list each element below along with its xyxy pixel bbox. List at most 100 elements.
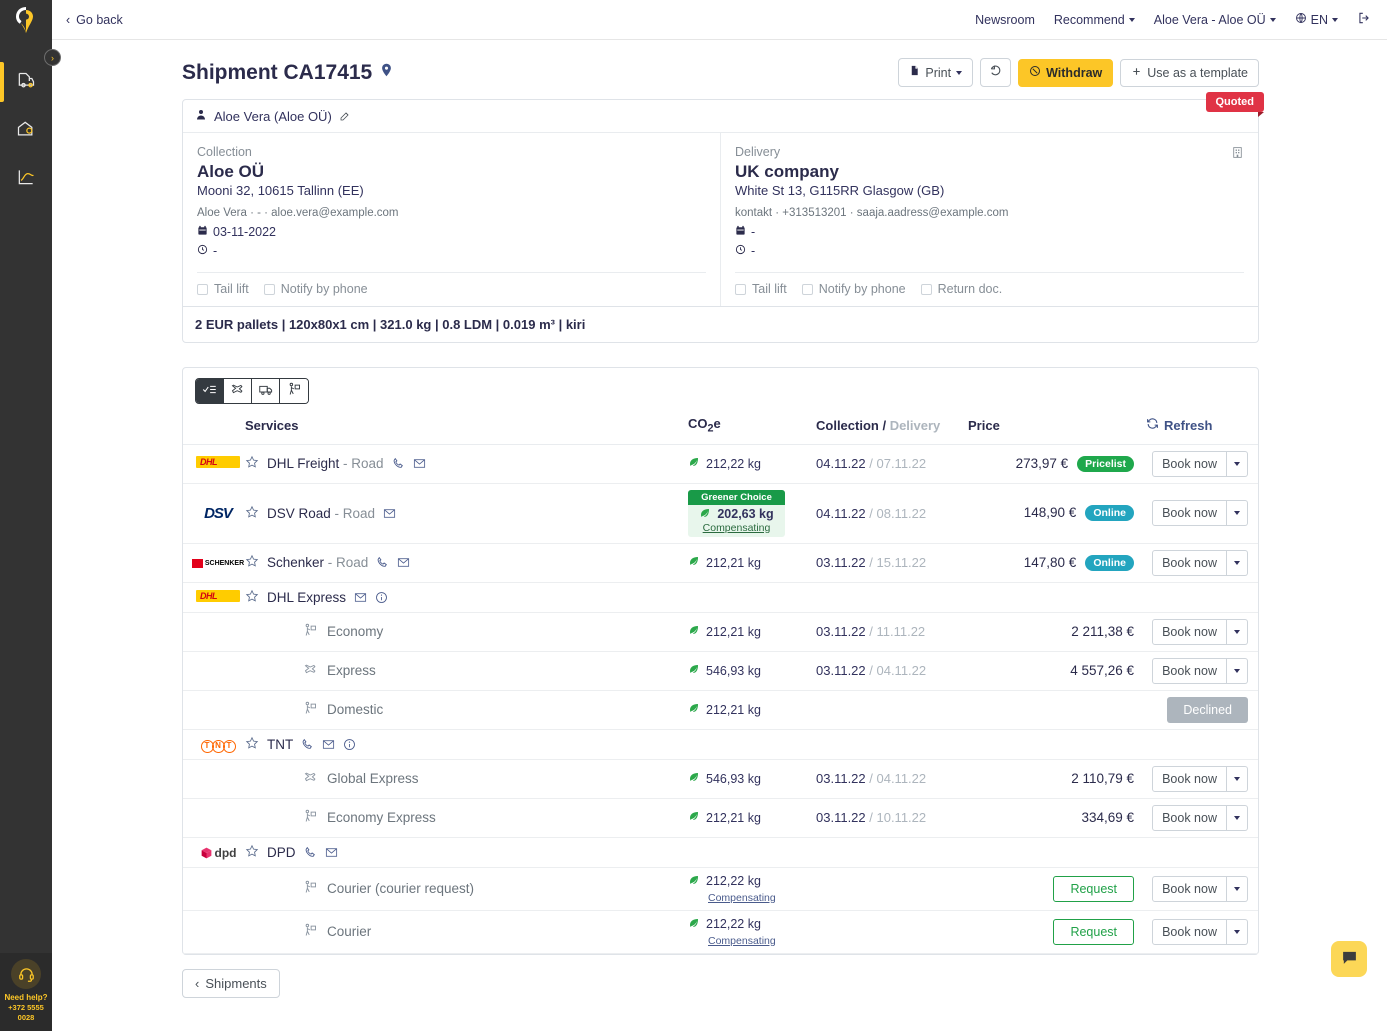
calendar-icon <box>197 223 208 242</box>
book-options-dropdown[interactable] <box>1227 549 1248 576</box>
app-logo[interactable] <box>0 0 52 40</box>
phone-icon[interactable] <box>392 457 405 470</box>
offer-action-cell: Book now <box>1146 867 1258 911</box>
building-icon[interactable] <box>1231 145 1244 163</box>
phone-icon[interactable] <box>301 738 314 751</box>
mail-icon[interactable] <box>383 507 396 520</box>
offer-service-name: DPD <box>267 844 296 860</box>
withdraw-button[interactable]: Withdraw <box>1018 58 1114 87</box>
info-icon[interactable] <box>375 591 388 604</box>
chat-widget-button[interactable] <box>1331 941 1367 977</box>
request-quote-button[interactable]: Request <box>1053 918 1134 945</box>
offer-carrier-row: DHL DHL Freight - Road 212,22 kg 04.11.22 /… <box>183 444 1258 484</box>
sidebar-item-warehouse[interactable] <box>0 106 52 154</box>
logout-button[interactable] <box>1357 11 1371 28</box>
offer-service[interactable]: Global Express <box>245 770 688 788</box>
mail-icon[interactable] <box>325 846 338 859</box>
delivery-option-notify-by-phone[interactable]: Notify by phone <box>801 282 906 296</box>
book-options-dropdown[interactable] <box>1227 657 1248 684</box>
nav-recommend[interactable]: Recommend <box>1054 13 1135 27</box>
sidebar-item-analytics[interactable] <box>0 154 52 202</box>
collection-option-tail-lift[interactable]: Tail lift <box>197 282 249 296</box>
offer-service[interactable]: Courier <box>245 923 688 941</box>
offer-service[interactable]: Domestic <box>245 701 688 719</box>
use-as-template-button[interactable]: Use as a template <box>1120 58 1259 87</box>
print-button[interactable]: Print <box>898 58 974 87</box>
shipments-back-button[interactable]: ‹ Shipments <box>182 968 280 998</box>
sidebar-item-shipments[interactable] <box>0 58 52 106</box>
collection-company: Aloe OÜ <box>197 162 265 181</box>
courier-icon <box>303 623 318 641</box>
nav-newsroom[interactable]: Newsroom <box>975 13 1035 27</box>
compensating-link[interactable]: Compensating <box>688 935 776 947</box>
book-now-button[interactable]: Book now <box>1152 918 1227 945</box>
offer-price: 147,80 € <box>1023 554 1077 570</box>
book-now-button[interactable]: Book now <box>1152 657 1227 684</box>
book-now-button[interactable]: Book now <box>1152 549 1227 576</box>
compensating-link[interactable]: Compensating <box>688 892 776 904</box>
book-now-button[interactable]: Book now <box>1152 804 1227 831</box>
mail-icon[interactable] <box>354 591 367 604</box>
favourite-star-icon[interactable] <box>245 554 259 571</box>
tab-road[interactable] <box>252 379 280 403</box>
go-back-label: Go back <box>76 12 123 27</box>
delivery-option-return-doc[interactable]: Return doc. <box>920 282 1002 296</box>
analytics-chart-icon <box>16 167 36 190</box>
book-options-dropdown[interactable] <box>1227 618 1248 645</box>
offer-co2-cell: 212,22 kg <box>688 444 816 484</box>
offer-sub-row: Domestic 212,21 kg Declined <box>183 690 1258 730</box>
offer-service[interactable]: Courier (courier request) <box>245 880 688 898</box>
book-now-button[interactable]: Book now <box>1152 500 1227 527</box>
compensating-link[interactable]: Compensating <box>688 522 785 534</box>
collection-col-label: Collection <box>816 417 879 433</box>
favourite-star-icon[interactable] <box>245 589 259 606</box>
map-pin-icon[interactable] <box>379 61 394 85</box>
info-icon[interactable] <box>343 738 356 751</box>
shipment-card: Quoted Aloe Vera (Aloe OÜ) Collection Al… <box>182 92 1264 343</box>
collection-option-notify-by-phone[interactable]: Notify by phone <box>263 282 368 296</box>
book-now-button[interactable]: Book now <box>1152 875 1227 902</box>
offer-action-cell: Declined <box>1146 690 1258 730</box>
history-button[interactable] <box>980 58 1012 87</box>
offer-service[interactable]: Economy Express <box>245 809 688 827</box>
tab-courier[interactable] <box>280 379 308 403</box>
delivery-option-tail-lift[interactable]: Tail lift <box>735 282 787 296</box>
favourite-star-icon[interactable] <box>245 505 259 522</box>
book-options-dropdown[interactable] <box>1227 875 1248 902</box>
tab-air[interactable] <box>224 379 252 403</box>
edit-pencil-icon[interactable] <box>339 110 351 122</box>
phone-icon[interactable] <box>304 846 317 859</box>
template-label: Use as a template <box>1147 65 1248 80</box>
offer-price-cell <box>968 837 1146 868</box>
book-options-dropdown[interactable] <box>1227 804 1248 831</box>
go-back-link[interactable]: ‹ Go back <box>66 13 123 27</box>
book-now-button[interactable]: Book now <box>1152 618 1227 645</box>
refresh-button[interactable]: Refresh <box>1146 417 1212 433</box>
cargo-summary: 2 EUR pallets | 120x80x1 cm | 321.0 kg |… <box>183 306 1258 342</box>
favourite-star-icon[interactable] <box>245 455 259 472</box>
favourite-star-icon[interactable] <box>245 736 259 753</box>
offer-carrier-row: DSV DSV Road - Road Greener Choice 202,63 k… <box>183 483 1258 544</box>
tab-all[interactable] <box>196 379 224 403</box>
phone-icon[interactable] <box>376 556 389 569</box>
offer-service[interactable]: Express <box>245 662 688 680</box>
favourite-star-icon[interactable] <box>245 844 259 861</box>
mail-icon[interactable] <box>397 556 410 569</box>
help-widget[interactable]: Need help? +372 5555 0028 <box>0 953 52 1031</box>
offer-price: 2 110,79 € <box>1071 771 1134 787</box>
book-options-dropdown[interactable] <box>1227 918 1248 945</box>
mail-icon[interactable] <box>413 457 426 470</box>
offer-co2-cell: 212,21 kg <box>688 543 816 583</box>
book-options-dropdown[interactable] <box>1227 450 1248 477</box>
request-quote-button[interactable]: Request <box>1053 875 1134 902</box>
nav-account[interactable]: Aloe Vera - Aloe OÜ <box>1154 13 1276 27</box>
book-now-button[interactable]: Book now <box>1152 765 1227 792</box>
sidebar-expand-toggle[interactable]: › <box>44 49 61 66</box>
book-now-button[interactable]: Book now <box>1152 450 1227 477</box>
book-options-dropdown[interactable] <box>1227 765 1248 792</box>
book-options-dropdown[interactable] <box>1227 500 1248 527</box>
offer-collection-date: 03.11.22 <box>816 663 866 679</box>
mail-icon[interactable] <box>322 738 335 751</box>
language-selector[interactable]: EN <box>1295 12 1338 27</box>
offer-service[interactable]: Economy <box>245 623 688 641</box>
